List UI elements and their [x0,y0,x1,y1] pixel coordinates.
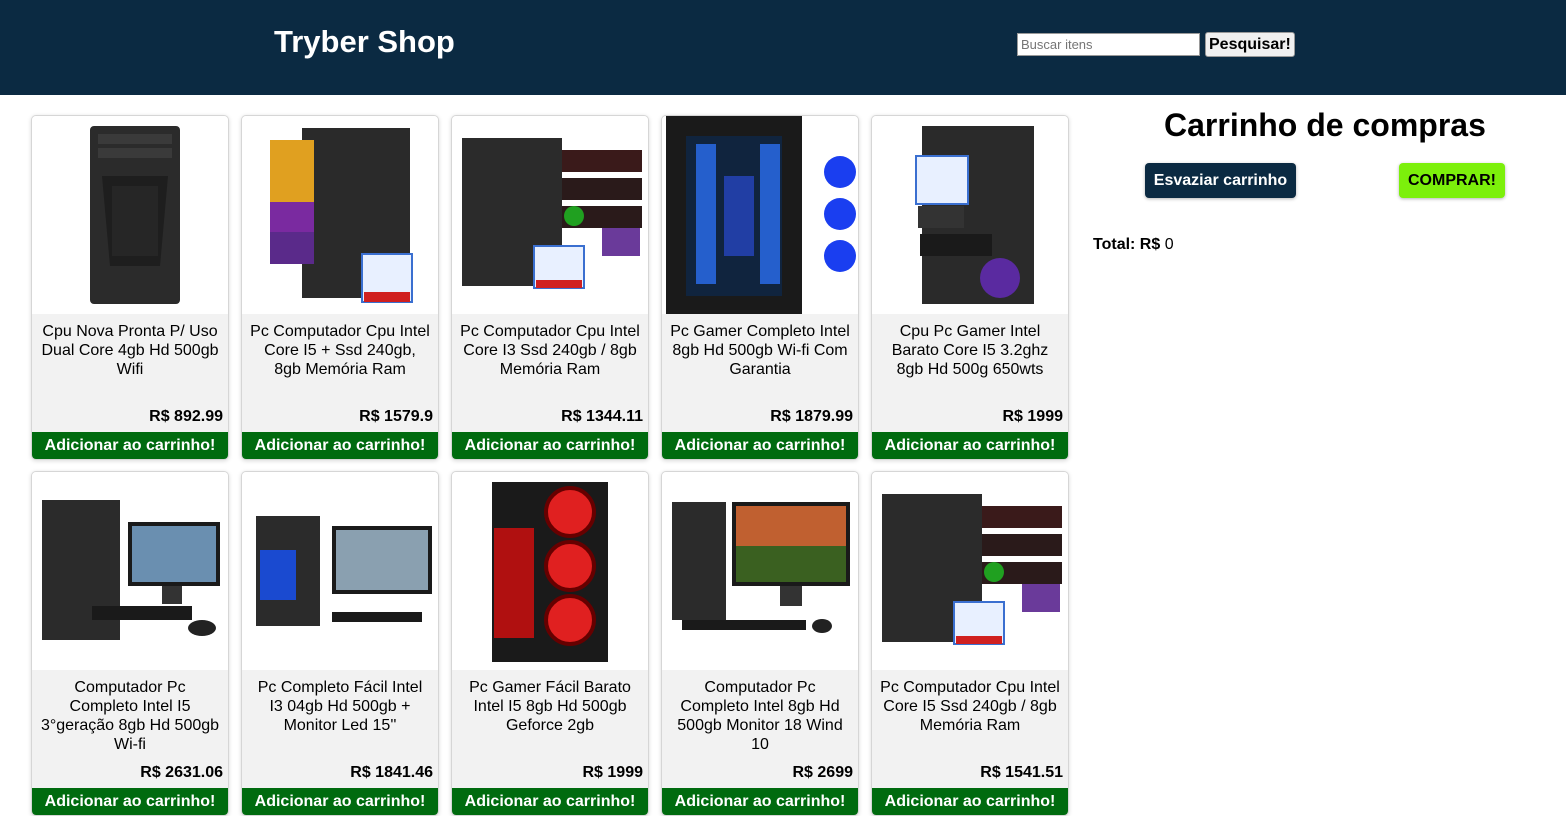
total-value: 0 [1164,236,1174,253]
add-to-cart-button[interactable]: Adicionar ao carrinho! [662,432,858,459]
product-price: R$ 1579.9 [359,408,433,425]
product-card: Pc Gamer Fácil Barato Intel I5 8gb Hd 50… [451,471,649,816]
product-price: R$ 1999 [1002,408,1064,425]
add-to-cart-button[interactable]: Adicionar ao carrinho! [32,432,228,459]
search-input[interactable] [1017,33,1200,56]
product-card: Pc Computador Cpu Intel Core I5 Ssd 240g… [871,471,1069,816]
product-price: R$ 1541.51 [980,764,1063,781]
product-card: Pc Computador Cpu Intel Core I3 Ssd 240g… [451,115,649,460]
product-title: Pc Completo Fácil Intel I3 04gb Hd 500gb… [257,679,423,734]
product-price: R$ 2631.06 [140,764,223,781]
product-image [32,472,228,670]
add-to-cart-button[interactable]: Adicionar ao carrinho! [242,788,438,815]
product-price: R$ 892.99 [149,408,223,425]
product-title: Cpu Pc Gamer Intel Barato Core I5 3.2ghz… [891,323,1049,378]
add-to-cart-button[interactable]: Adicionar ao carrinho! [662,788,858,815]
product-image [452,472,648,670]
product-price: R$ 1999 [582,764,644,781]
product-image [452,116,648,314]
cart-title: Carrinho de compras [1164,107,1486,143]
product-title: Pc Computador Cpu Intel Core I5 Ssd 240g… [880,679,1060,734]
product-title: Pc Gamer Completo Intel 8gb Hd 500gb Wi-… [670,323,850,378]
shop-logo: Tryber Shop [274,24,455,59]
product-image [662,472,858,670]
product-title: Computador Pc Completo Intel I5 3°geraçã… [40,679,220,753]
product-card: Cpu Nova Pronta P/ Uso Dual Core 4gb Hd … [31,115,229,460]
empty-cart-button[interactable]: Esvaziar carrinho [1145,163,1296,198]
product-image [32,116,228,314]
top-header: Tryber Shop Pesquisar! [0,0,1566,95]
product-title: Computador Pc Completo Intel 8gb Hd 500g… [677,679,843,753]
search-button[interactable]: Pesquisar! [1205,32,1295,57]
product-price: R$ 2699 [792,764,854,781]
product-title: Pc Computador Cpu Intel Core I3 Ssd 240g… [460,323,640,378]
product-price: R$ 1344.11 [561,408,643,425]
add-to-cart-button[interactable]: Adicionar ao carrinho! [452,432,648,459]
product-card: Pc Completo Fácil Intel I3 04gb Hd 500gb… [241,471,439,816]
buy-button[interactable]: COMPRAR! [1399,163,1505,198]
product-card: Computador Pc Completo Intel 8gb Hd 500g… [661,471,859,816]
product-image [242,116,438,314]
product-card: Pc Gamer Completo Intel 8gb Hd 500gb Wi-… [661,115,859,460]
total-label: Total: R$ [1093,236,1161,253]
product-price: R$ 1879.99 [770,408,853,425]
product-title: Pc Gamer Fácil Barato Intel I5 8gb Hd 50… [469,679,631,734]
add-to-cart-button[interactable]: Adicionar ao carrinho! [872,788,1068,815]
product-image [662,116,858,314]
product-title: Pc Computador Cpu Intel Core I5 + Ssd 24… [250,323,430,378]
product-price: R$ 1841.46 [350,764,433,781]
cart-total: Total: R$ 0 [1093,236,1174,254]
product-image [872,116,1068,314]
add-to-cart-button[interactable]: Adicionar ao carrinho! [242,432,438,459]
add-to-cart-button[interactable]: Adicionar ao carrinho! [452,788,648,815]
product-card: Computador Pc Completo Intel I5 3°geraçã… [31,471,229,816]
product-card: Pc Computador Cpu Intel Core I5 + Ssd 24… [241,115,439,460]
add-to-cart-button[interactable]: Adicionar ao carrinho! [32,788,228,815]
add-to-cart-button[interactable]: Adicionar ao carrinho! [872,432,1068,459]
product-image [872,472,1068,670]
product-card: Cpu Pc Gamer Intel Barato Core I5 3.2ghz… [871,115,1069,460]
product-image [242,472,438,670]
product-title: Cpu Nova Pronta P/ Uso Dual Core 4gb Hd … [41,323,219,378]
